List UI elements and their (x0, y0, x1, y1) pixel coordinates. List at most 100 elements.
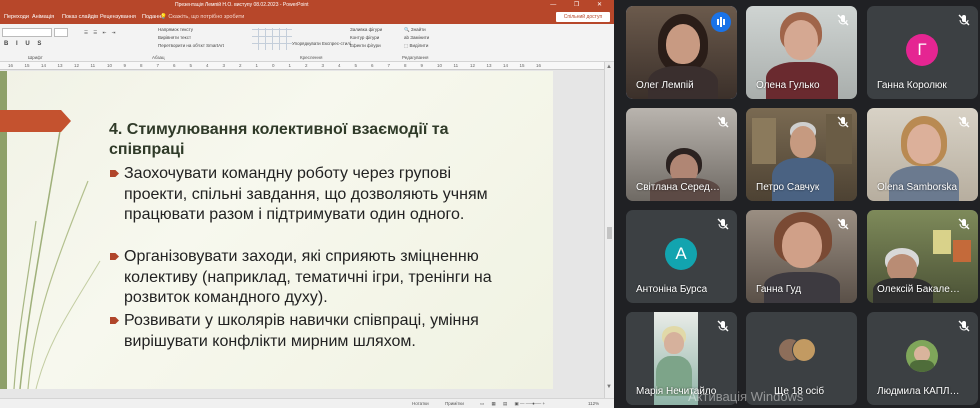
mic-off-icon (717, 116, 729, 128)
bullet-text: Організовувати заходи, які сприяють зміц… (124, 248, 492, 306)
view-buttons[interactable]: ▭ ▦ ▤ ▣ (480, 401, 522, 407)
mic-off-icon (958, 14, 970, 26)
ruler-tick: 13 (57, 63, 63, 68)
participant-name: Світлана Серед… (636, 182, 720, 193)
participant-tile[interactable]: А Антоніна Бурса (626, 210, 737, 303)
share-button[interactable]: Спільний доступ (556, 12, 610, 22)
select-button[interactable]: ⬚ Виділити (404, 43, 428, 49)
scroll-down-icon[interactable]: ▼ (606, 384, 612, 390)
screen: Презентація Лемпій Н.О. виступу 08.02.20… (0, 0, 980, 408)
bullet-text: Розвивати у школярів навички співпраці, … (124, 312, 479, 350)
bullet-arrow-icon (110, 170, 119, 177)
scroll-thumb[interactable] (607, 227, 612, 239)
participant-avatar (792, 338, 816, 362)
mic-off-icon (717, 218, 729, 230)
ruler-tick: 3 (321, 63, 325, 68)
slide-heading: 4. Стимулювання колективної взаємодії та… (109, 121, 449, 158)
align-text-button[interactable]: Вирівняти текст (158, 35, 191, 40)
shape-outline-button[interactable]: Контур фігури (350, 35, 379, 40)
slide-bullet-1: Заохочувати командну роботу через групов… (110, 164, 510, 226)
window-controls[interactable]: — ❐ ✕ (550, 1, 610, 8)
font-size-box[interactable] (54, 28, 68, 37)
scroll-up-icon[interactable]: ▲ (606, 64, 612, 70)
find-label: Знайти (410, 27, 426, 32)
ruler-tick: 10 (437, 63, 443, 68)
ruler-tick: 1 (255, 63, 259, 68)
text-direction-button[interactable]: Напрямок тексту (158, 27, 193, 32)
ruler-tick: 1 (288, 63, 292, 68)
ruler-tick: 16 (8, 63, 14, 68)
bullet-text: Заохочувати командну роботу через групов… (124, 165, 488, 223)
participant-name: Петро Савчук (756, 182, 820, 193)
group-drawing: Креслення (300, 55, 323, 60)
participant-tile[interactable]: Петро Савчук (746, 108, 857, 201)
font-format-buttons[interactable]: B I U S (4, 41, 44, 47)
tab-animations[interactable]: Анімація (32, 14, 54, 20)
powerpoint-window: Презентація Лемпій Н.О. виступу 08.02.20… (0, 0, 614, 408)
tab-review[interactable]: Рецензування (100, 14, 136, 20)
participant-name: Ганна Гуд (756, 284, 802, 295)
notes-button[interactable]: Нотатки (412, 401, 429, 406)
mic-off-icon (958, 320, 970, 332)
slide-number-arrow (0, 110, 71, 132)
paragraph-buttons[interactable]: ☰ ☰ ⇤ ⇥ (84, 30, 117, 36)
participant-tile[interactable]: Світлана Серед… (626, 108, 737, 201)
slide-bullet-2: Організовувати заходи, які сприяють зміц… (110, 247, 510, 309)
ppt-search-box[interactable]: 💡 Скажіть, що потрібно зробити (160, 14, 244, 20)
ruler-tick: 15 (24, 63, 30, 68)
participant-tile[interactable]: Ганна Гуд (746, 210, 857, 303)
participant-tile[interactable]: Олексій Бакале… (867, 210, 978, 303)
participant-tile[interactable]: Людмила КАПЛ… (867, 312, 978, 405)
group-paragraph: Абзац (152, 55, 165, 60)
ruler-tick: 5 (354, 63, 358, 68)
participant-name: Olena Samborska (877, 182, 958, 193)
font-name-box[interactable] (2, 28, 52, 37)
participant-avatar: А (665, 238, 697, 270)
zoom-level[interactable]: 112% (588, 401, 599, 406)
quick-styles-button[interactable]: Експрес-стилі (322, 41, 351, 46)
ruler-tick: 13 (486, 63, 492, 68)
zoom-slider[interactable]: — ──●── + (520, 401, 545, 406)
mic-off-icon (837, 116, 849, 128)
replace-button[interactable]: ab Замінити (404, 35, 429, 40)
vertical-scrollbar[interactable]: ▲ ▼ (604, 62, 614, 398)
participant-tile[interactable]: Olena Samborska (867, 108, 978, 201)
ruler-tick: 4 (206, 63, 209, 68)
ruler-tick: 6 (371, 63, 374, 68)
windows-activation-watermark: Активація Windows (688, 389, 804, 404)
find-button[interactable]: 🔍 Знайти (404, 27, 426, 33)
shape-fill-button[interactable]: Заливка фігури (350, 27, 382, 32)
tab-slideshow[interactable]: Показ слайдів (62, 14, 98, 20)
arrange-button[interactable]: Упорядкувати (292, 41, 321, 46)
group-editing: Редагування (402, 55, 429, 60)
slide-bullet-3: Розвивати у школярів навички співпраці, … (110, 311, 510, 352)
mic-off-icon (837, 14, 849, 26)
ppt-window-title: Презентація Лемпій Н.О. виступу 08.02.20… (175, 2, 309, 8)
ruler-tick: 0 (272, 63, 275, 68)
participant-tile[interactable]: Олег Лемпій (626, 6, 737, 99)
participant-tile[interactable]: Г Ганна Королюк (867, 6, 978, 99)
comments-button[interactable]: Примітки (445, 401, 464, 406)
ppt-status-bar: Нотатки Примітки ▭ ▦ ▤ ▣ — ──●── + 112% (0, 398, 614, 408)
ruler-tick: 12 (74, 63, 80, 68)
participant-name: Антоніна Бурса (636, 284, 708, 295)
tab-transitions[interactable]: Переходи (4, 14, 29, 20)
slide-canvas: 4. Стимулювання колективної взаємодії та… (0, 71, 553, 389)
ppt-title-bar: Презентація Лемпій Н.О. виступу 08.02.20… (0, 0, 614, 10)
select-label: Виділити (409, 43, 429, 48)
ppt-ribbon: B I U S ☰ ☰ ⇤ ⇥ Напрямок тексту Вирівнят… (0, 24, 614, 62)
shapes-gallery[interactable] (252, 28, 292, 50)
ruler-tick: 8 (140, 63, 143, 68)
participant-name: Ганна Королюк (877, 80, 947, 91)
ruler-tick: 11 (90, 63, 96, 68)
share-label: Спільний доступ (563, 14, 603, 20)
shape-effects-button[interactable]: Ефекти фігури (350, 43, 381, 48)
speaking-indicator-icon (711, 12, 731, 32)
smartart-button[interactable]: Перетворити на об'єкт SmartArt (158, 43, 224, 48)
ruler-tick: 14 (503, 63, 509, 68)
ruler-tick: 16 (536, 63, 542, 68)
ruler-tick: 11 (453, 63, 459, 68)
bullet-arrow-icon (110, 253, 119, 260)
participant-tile[interactable]: Олена Гулько (746, 6, 857, 99)
horizontal-ruler: 16 15 14 13 12 11 10 9 8 7 6 5 4 3 2 1 0 1 2 3 4 5 6 7 8 9 10 11 12 1… (0, 62, 604, 70)
